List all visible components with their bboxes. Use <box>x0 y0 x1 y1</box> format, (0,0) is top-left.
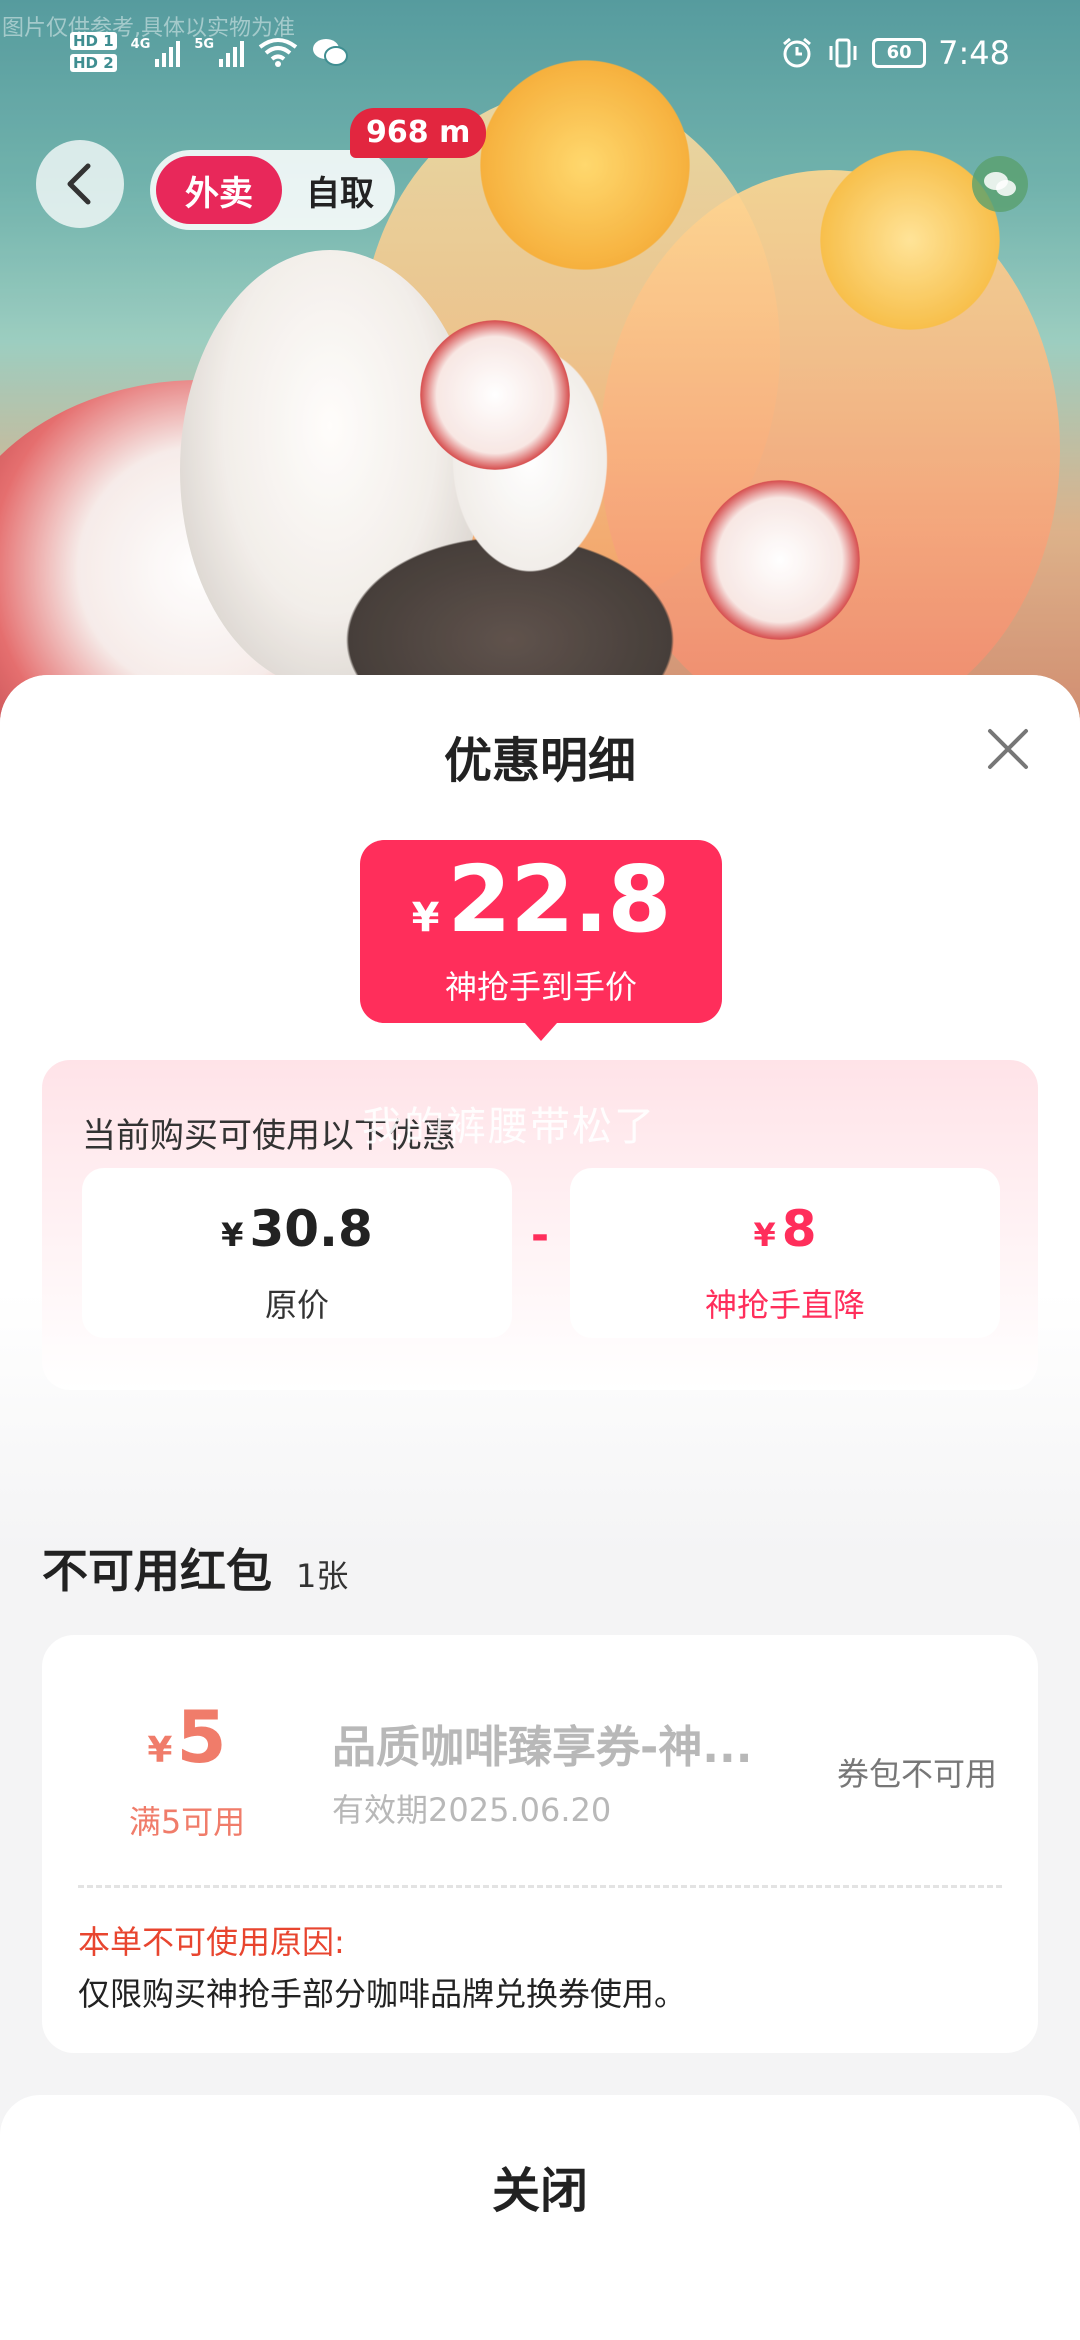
signal-icon-2: 5G <box>194 37 245 67</box>
dashed-divider <box>78 1885 1002 1888</box>
clock: 7:48 <box>938 34 1010 72</box>
tab-pickup[interactable]: 自取 <box>290 150 390 230</box>
wechat-share-icon <box>984 172 1016 196</box>
close-icon[interactable] <box>982 723 1034 775</box>
minus-sign: - <box>530 1210 550 1261</box>
wifi-icon <box>258 38 298 67</box>
original-price-label: 原价 <box>264 1286 329 1324</box>
sim-indicators: HD 1 HD 2 <box>70 32 117 72</box>
unavailable-coupons-title: 不可用红包 <box>42 1544 272 1598</box>
alarm-icon <box>783 37 812 68</box>
reduction-currency: ¥ <box>753 1216 776 1254</box>
coupon-currency: ¥ <box>147 1730 173 1771</box>
coupon-reason-heading: 本单不可使用原因: <box>78 1923 345 1961</box>
discount-detail-sheet: 优惠明细 ¥ 22.8 神抢手到手价 当前购买可使用以下优惠 我的裤腰带松了 ¥… <box>0 675 1080 2340</box>
coupon-expiry: 有效期2025.06.20 <box>332 1791 612 1829</box>
final-price-currency: ¥ <box>411 895 440 941</box>
sim-1-label: HD 1 <box>70 32 117 50</box>
delivery-mode-switch: 外卖 自取 <box>150 150 395 230</box>
battery-icon: 60 <box>872 38 927 68</box>
original-price-box: ¥ 30.8 原价 <box>82 1168 512 1338</box>
vibrate-icon <box>829 38 857 68</box>
coupon-card[interactable]: ¥ 5 满5可用 品质咖啡臻享券-神... 有效期2025.06.20 券包不可… <box>42 1635 1038 2053</box>
network-type-1: 4G <box>130 37 151 52</box>
unavailable-coupons-count: 1张 <box>296 1557 349 1595</box>
share-button[interactable] <box>972 156 1028 212</box>
tab-delivery[interactable]: 外卖 <box>156 156 282 224</box>
discount-breakdown-card: 当前购买可使用以下优惠 我的裤腰带松了 ¥ 30.8 原价 - ¥ 8 神抢手直… <box>42 1060 1038 1390</box>
signal-icon-1: 4G <box>131 37 181 67</box>
final-price-badge: ¥ 22.8 神抢手到手价 <box>360 840 722 1041</box>
final-price-label: 神抢手到手价 <box>444 968 637 1006</box>
close-button[interactable]: 关闭 <box>0 2151 1080 2221</box>
coupon-name: 品质咖啡臻享券-神... <box>332 1722 753 1773</box>
original-price-amount: 30.8 <box>249 1200 373 1258</box>
reduction-box: ¥ 8 神抢手直降 <box>570 1168 1000 1338</box>
status-bar: HD 1 HD 2 4G 5G 60 7:48 <box>0 30 1080 96</box>
back-button[interactable] <box>36 140 124 228</box>
product-banner-image <box>0 0 1080 760</box>
bottom-action-bar: 关闭 <box>0 2095 1080 2340</box>
coupon-condition: 满5可用 <box>128 1803 246 1841</box>
chevron-left-icon <box>67 163 91 205</box>
sim-2-label: HD 2 <box>70 54 117 72</box>
sheet-title: 优惠明细 <box>443 733 636 789</box>
coupon-amount: 5 <box>176 1695 227 1779</box>
coupon-status: 券包不可用 <box>837 1755 998 1793</box>
reduction-amount: 8 <box>781 1200 817 1258</box>
final-price-amount: 22.8 <box>447 846 671 953</box>
overlay-watermark: 我的裤腰带松了 <box>362 1104 656 1150</box>
coupon-reason: 仅限购买神抢手部分咖啡品牌兑换券使用。 <box>78 1975 687 2013</box>
original-price-currency: ¥ <box>221 1216 244 1254</box>
distance-badge: 968 m <box>350 108 487 158</box>
wechat-icon <box>313 39 349 66</box>
network-type-2: 5G <box>194 37 215 52</box>
reduction-label: 神抢手直降 <box>704 1286 865 1324</box>
